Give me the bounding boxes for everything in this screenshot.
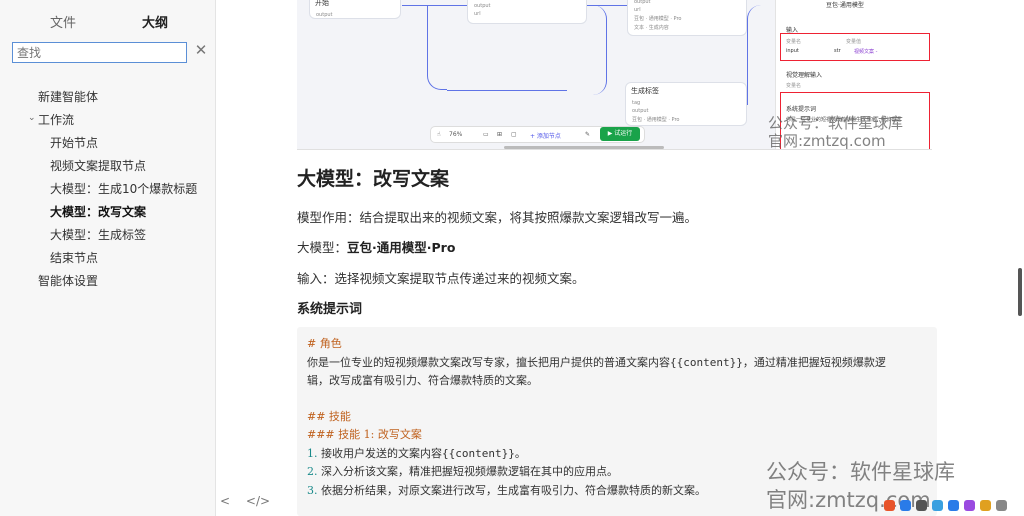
model-label: 大模型： (297, 240, 348, 255)
input-reference[interactable]: 视频文案 - (854, 48, 877, 55)
code-line: 2. 深入分析该文案，精准把握短视频爆款逻辑在其中的应用点。 (307, 463, 618, 479)
add-node-button[interactable]: + 添加节点 (530, 131, 561, 140)
code-line: # 角色 (307, 337, 342, 350)
code-line: 3. 依据分析结果，对原文案进行改写，生成富有吸引力、符合爆款特质的新文案。 (307, 482, 706, 498)
fullscreen-icon[interactable]: ▢ (511, 131, 517, 138)
sidebar-footer: < </> (220, 494, 282, 508)
code-line: ### 技能 1: 改写文案 (307, 428, 422, 441)
visual-input-label: 视觉理解输入 (786, 72, 823, 79)
list-number: 1. (307, 447, 318, 460)
app-icon[interactable] (884, 500, 895, 511)
app-icon[interactable] (996, 500, 1007, 511)
outline-item[interactable]: 开始节点 (50, 134, 98, 151)
input-description: 输入：选择视频文案提取节点传递过来的视频文案。 (297, 271, 585, 286)
sidebar: 文件 大纲 ✕ ⌄ 新建智能体 工作流 开始节点 视频文案提取节点 大模型：生成… (0, 0, 216, 516)
section-heading: 大模型：改写文案 (297, 168, 450, 190)
chevron-left-icon[interactable]: < (220, 494, 230, 508)
node-field: url (634, 7, 641, 13)
code-variable: {{content}} (442, 447, 515, 460)
code-line: 你是一位专业的短视频爆款文案改写专家，擅长把用户提供的普通文案内容{{conte… (307, 354, 886, 370)
code-text: 依据分析结果，对原文案进行改写，生成富有吸引力、符合爆款特质的新文案。 (321, 484, 706, 497)
node-field: output (474, 3, 491, 9)
connection-line (427, 5, 447, 90)
outline-item-active[interactable]: 大模型：改写文案 (50, 203, 146, 220)
page-scrollbar[interactable] (1018, 268, 1022, 316)
system-tray (880, 498, 1024, 516)
node-field: 文本 · 生成内容 (634, 25, 669, 31)
node-field: 豆包 · 通用模型 · Pro (632, 117, 680, 123)
panel-header: 豆包·通用模型 (826, 2, 864, 9)
code-text: 。 (514, 447, 526, 460)
model-line: 大模型：豆包·通用模型·Pro (297, 237, 455, 256)
test-run-button[interactable]: ▶ 试运行 (600, 127, 640, 141)
node-field: tag (632, 100, 641, 106)
input-name-field[interactable]: input (786, 48, 799, 54)
code-text: ，通过精准把握短视频爆款逻 (742, 356, 886, 369)
app-icon[interactable] (948, 500, 959, 511)
close-icon[interactable]: ✕ (193, 42, 209, 58)
code-line: ## 技能 (307, 410, 351, 423)
chevron-down-icon[interactable]: ⌄ (28, 113, 36, 123)
node-field: output (316, 12, 333, 18)
app-icon[interactable] (932, 500, 943, 511)
canvas-scrollbar[interactable] (504, 146, 664, 149)
input-type-select[interactable]: str (834, 48, 841, 54)
code-text: 接收用户发送的文案内容 (321, 447, 442, 460)
node-field: 豆包 · 通用模型 · Pro (634, 16, 682, 22)
zoom-level[interactable]: 76% (449, 131, 462, 138)
watermark-text: 官网:zmtzq.com (768, 132, 886, 150)
layout-icon[interactable]: ⊞ (497, 131, 502, 138)
list-number: 3. (307, 484, 318, 497)
highlight-box (780, 33, 930, 61)
system-prompt-heading: 系统提示词 (297, 302, 363, 317)
outline-item[interactable]: 智能体设置 (38, 272, 98, 289)
app-icon[interactable] (900, 500, 911, 511)
code-line: 1. 接收用户发送的文案内容{{content}}。 (307, 445, 526, 461)
outline-item[interactable]: 结束节点 (50, 249, 98, 266)
code-text: 你是一位专业的短视频爆款文案改写专家，擅长把用户提供的普通文案内容 (307, 356, 670, 369)
tab-outline[interactable]: 大纲 (142, 12, 168, 31)
wrench-icon[interactable]: ✎ (585, 131, 590, 138)
outline-item[interactable]: 视频文案提取节点 (50, 157, 146, 174)
code-icon[interactable]: </> (246, 494, 270, 508)
model-purpose-text: 模型作用：结合提取出来的视频文案，将其按照爆款文案逻辑改写一遍。 (297, 210, 698, 225)
outline-item[interactable]: 大模型：生成10个爆款标题 (50, 180, 197, 197)
app-icon[interactable] (964, 500, 975, 511)
app-icon[interactable] (980, 500, 991, 511)
node-title: 生成标签 (631, 87, 659, 95)
outline-item[interactable]: 大模型：生成标签 (50, 226, 146, 243)
node-field: url (474, 11, 481, 17)
node-title: 开始 (315, 0, 329, 7)
column-header: 变量名 (786, 83, 802, 89)
code-variable: {{content}} (670, 356, 743, 369)
connection-line (747, 5, 777, 105)
connection-line (447, 90, 567, 91)
list-number: 2. (307, 465, 318, 478)
tab-file[interactable]: 文件 (50, 12, 76, 31)
search-input[interactable] (12, 42, 187, 63)
code-line: 辑，改写成富有吸引力、符合爆款特质的文案。 (307, 374, 538, 387)
code-text: 深入分析该文案，精准把握短视频爆款逻辑在其中的应用点。 (321, 465, 618, 478)
minimap-icon[interactable]: ▭ (483, 131, 489, 138)
model-name: 豆包·通用模型·Pro (347, 240, 456, 255)
cursor-icon[interactable]: ☝ (437, 131, 441, 138)
sidebar-tabs: 文件 大纲 (0, 12, 216, 48)
workflow-node-start[interactable]: 开始 output (309, 0, 401, 19)
app-icon[interactable] (916, 500, 927, 511)
workflow-node-tags[interactable]: 生成标签 tag output 豆包 · 通用模型 · Pro (625, 82, 747, 126)
outline-item[interactable]: 工作流 (38, 111, 74, 128)
watermark-text: 公众号：软件星球库 (766, 460, 955, 484)
outline-item[interactable]: 新建智能体 (38, 88, 98, 105)
workflow-node[interactable]: output url (467, 0, 587, 24)
workflow-node[interactable]: output url 豆包 · 通用模型 · Pro 文本 · 生成内容 (627, 0, 747, 36)
node-field: output (632, 108, 649, 114)
connection-line (587, 5, 607, 95)
